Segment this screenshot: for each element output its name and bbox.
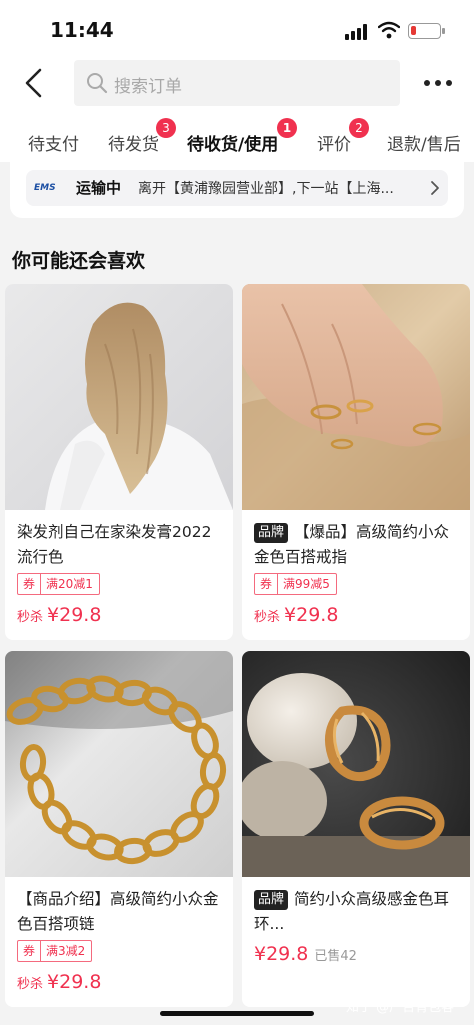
tab-label: 退款/售后 [387, 135, 461, 155]
product-title: 品牌 简约小众高级感金色耳环... [254, 887, 462, 937]
coupon-text: 满3减2 [46, 944, 86, 958]
logistics-detail: 离开【黄浦豫园营业部】,下一站【上海... [138, 181, 394, 197]
price-row: ¥29.8 已售42 [254, 943, 357, 965]
price-row: 秒杀 ¥29.8 [254, 604, 338, 626]
coupon-badge: 券满20减1 [17, 573, 100, 595]
price-prefix: 秒杀 [254, 610, 281, 625]
product-title: 【商品介绍】高级简约小众金色百搭项链 [17, 887, 225, 937]
recommend-title: 你可能还会喜欢 [12, 250, 146, 272]
product-card[interactable]: 品牌 【爆品】高级简约小众金色百搭戒指 券满99减5 秒杀 ¥29.8 [242, 284, 470, 640]
signal-icon [345, 24, 369, 40]
product-image [242, 651, 470, 877]
tab-label: 待收货/使用 [187, 135, 279, 155]
sold-count: 已售42 [314, 949, 357, 964]
chevron-right-icon [431, 181, 439, 195]
product-card[interactable]: 【商品介绍】高级简约小众金色百搭项链 券满3减2 秒杀 ¥29.8 [5, 651, 233, 1007]
home-indicator [160, 1011, 314, 1016]
status-time: 11:44 [50, 18, 114, 42]
coupon-label: 券 [18, 941, 42, 961]
tab-pending-receipt[interactable]: 待收货/使用 1 [187, 118, 297, 155]
more-dots-icon[interactable] [424, 74, 454, 90]
tab-badge: 3 [156, 118, 176, 138]
header-nav: 搜索订单 [0, 60, 474, 106]
price-prefix: 秒杀 [17, 977, 44, 992]
order-tabs: 待支付 待发货 3 待收货/使用 1 评价 2 退款/售后 [0, 118, 474, 162]
tab-review[interactable]: 评价 2 [317, 118, 369, 155]
product-title-text: 【商品介绍】高级简约小众金色百搭项链 [17, 890, 219, 933]
tab-badge: 1 [277, 118, 297, 138]
price-value: ¥29.8 [47, 971, 102, 993]
brand-tag: 品牌 [254, 890, 289, 910]
watermark: 知乎 @广告背包客 [346, 1000, 455, 1015]
search-input[interactable]: 搜索订单 [74, 60, 400, 106]
tab-label: 评价 [317, 135, 351, 155]
ems-logo-icon: EMS [34, 183, 56, 193]
tab-refund[interactable]: 退款/售后 [387, 130, 461, 155]
tab-badge: 2 [349, 118, 369, 138]
product-card[interactable]: 品牌 简约小众高级感金色耳环... ¥29.8 已售42 [242, 651, 470, 1007]
price-row: 秒杀 ¥29.8 [17, 604, 101, 626]
chevron-left-icon[interactable] [20, 66, 50, 100]
coupon-text: 满99减5 [283, 577, 330, 591]
tab-pending-payment[interactable]: 待支付 [28, 130, 79, 155]
price-value: ¥29.8 [47, 604, 102, 626]
coupon-label: 券 [255, 574, 279, 594]
coupon-text: 满20减1 [46, 577, 93, 591]
product-image [5, 284, 233, 510]
product-title: 品牌 【爆品】高级简约小众金色百搭戒指 [254, 520, 462, 570]
product-image [5, 651, 233, 877]
coupon-label: 券 [18, 574, 42, 594]
tab-label: 待发货 [108, 135, 159, 155]
price-value: ¥29.8 [254, 943, 309, 965]
logistics-status: 运输中 [76, 179, 122, 197]
coupon-badge: 券满3减2 [17, 940, 93, 962]
price-value: ¥29.8 [284, 604, 339, 626]
price-row: 秒杀 ¥29.8 [17, 971, 101, 993]
product-title-text: 染发剂自己在家染发膏2022流行色 [17, 523, 212, 566]
battery-icon [408, 23, 445, 39]
coupon-badge: 券满99减5 [254, 573, 337, 595]
product-card[interactable]: 染发剂自己在家染发膏2022流行色 券满20减1 秒杀 ¥29.8 [5, 284, 233, 640]
product-image [242, 284, 470, 510]
tab-label: 待支付 [28, 135, 79, 155]
search-placeholder: 搜索订单 [114, 77, 182, 97]
search-icon [87, 73, 108, 94]
top-bar: 11:44 搜索订单 待支付 待发货 3 待收货/使用 1 评价 2 退款/售后 [0, 0, 474, 162]
tab-pending-shipment[interactable]: 待发货 3 [108, 118, 176, 155]
status-bar: 11:44 [0, 0, 474, 60]
brand-tag: 品牌 [254, 523, 289, 543]
price-prefix: 秒杀 [17, 610, 44, 625]
logistics-row[interactable]: EMS 运输中 离开【黄浦豫园营业部】,下一站【上海... [26, 170, 448, 206]
wifi-icon [378, 21, 400, 39]
battery-level [411, 26, 416, 35]
product-title: 染发剂自己在家染发膏2022流行色 [17, 520, 225, 570]
